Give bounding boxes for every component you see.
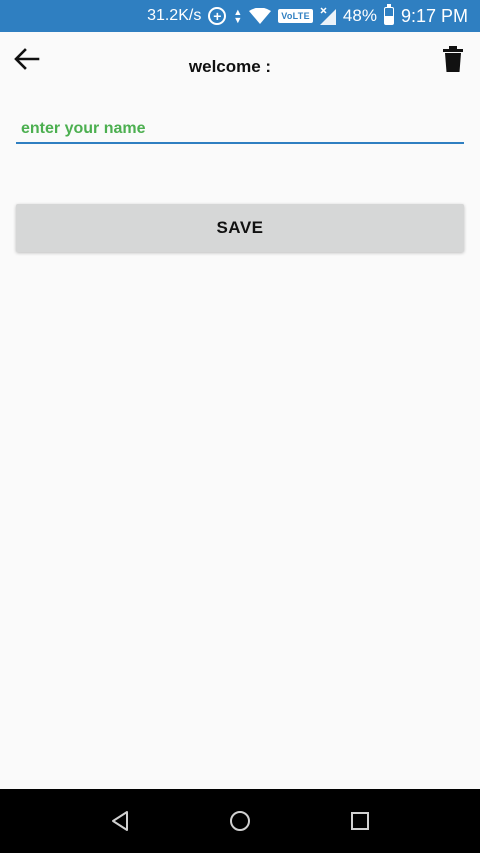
recents-square-icon xyxy=(351,812,369,830)
wifi-icon xyxy=(249,8,272,24)
battery-percent: 48% xyxy=(342,6,377,25)
volte-badge: VoLTE xyxy=(278,9,313,23)
status-bar: 31.2K/s + ▲ ▼ VoLTE 48% 9:17 PM xyxy=(0,0,480,32)
back-triangle-icon xyxy=(112,811,128,831)
home-circle-icon xyxy=(230,811,250,831)
page-title: welcome : xyxy=(188,57,272,76)
trash-icon xyxy=(443,46,463,72)
app-bar: welcome : xyxy=(0,32,480,96)
nav-back-button[interactable] xyxy=(108,809,132,833)
sync-arrows-icon: ▲ ▼ xyxy=(233,7,243,25)
save-button[interactable]: SAVE xyxy=(16,204,464,252)
app-screen: 31.2K/s + ▲ ▼ VoLTE 48% 9:17 PM welcome : xyxy=(0,0,480,853)
nav-recents-button[interactable] xyxy=(348,809,372,833)
name-field xyxy=(16,114,464,144)
battery-icon xyxy=(383,4,394,25)
network-speed: 31.2K/s xyxy=(147,7,202,24)
signal-icon xyxy=(319,7,336,25)
data-saver-icon: + xyxy=(208,7,227,25)
name-input[interactable] xyxy=(16,114,464,140)
navigation-bar xyxy=(0,789,480,853)
delete-button[interactable] xyxy=(438,44,468,74)
nav-home-button[interactable] xyxy=(228,809,252,833)
status-clock: 9:17 PM xyxy=(400,5,468,26)
